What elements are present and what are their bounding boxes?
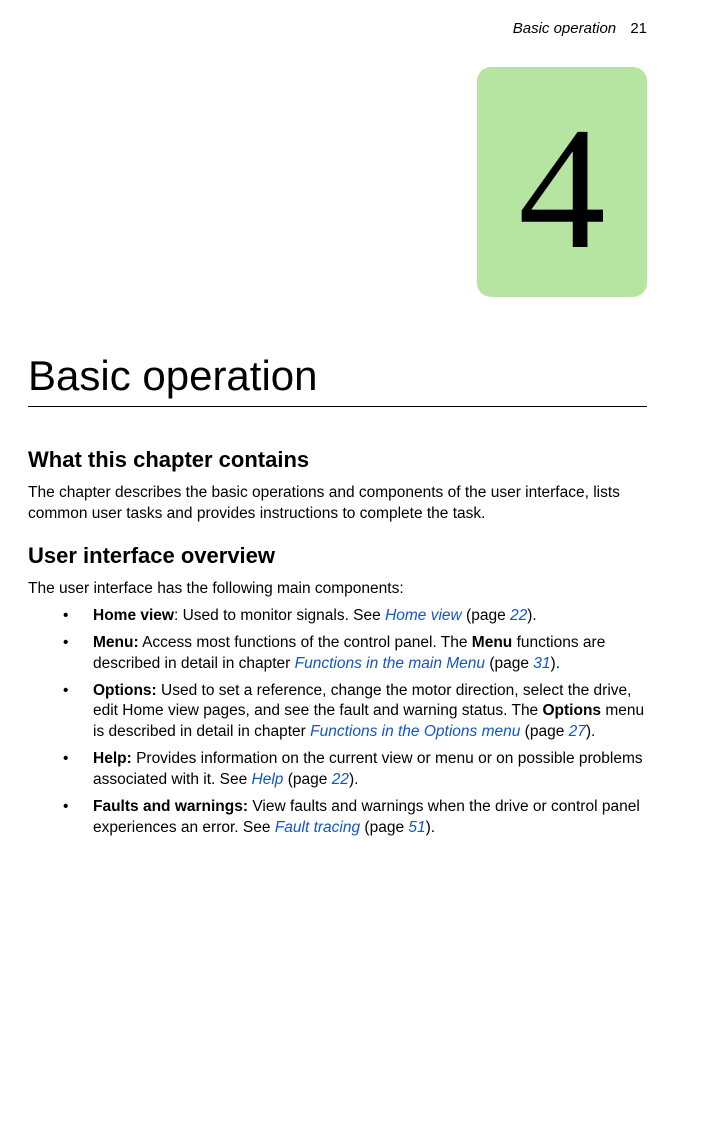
item-body: Used to monitor signals. See bbox=[183, 607, 385, 624]
cross-reference-link[interactable]: Fault tracing bbox=[275, 819, 360, 836]
section-heading: User interface overview bbox=[28, 543, 647, 569]
list-item: Options: Used to set a reference, change… bbox=[63, 681, 647, 744]
list-item: Help: Provides information on the curren… bbox=[63, 749, 647, 791]
item-body: Access most functions of the control pan… bbox=[142, 634, 472, 651]
section-intro: The user interface has the following mai… bbox=[28, 579, 647, 600]
list-item: Home view: Used to monitor signals. See … bbox=[63, 606, 647, 627]
section-paragraph: The chapter describes the basic operatio… bbox=[28, 483, 647, 525]
document-page: Basic operation 21 4 Basic operation Wha… bbox=[0, 0, 702, 1141]
item-label: Menu: bbox=[93, 634, 139, 651]
cross-reference-link[interactable]: Home view bbox=[385, 607, 462, 624]
chapter-title: Basic operation bbox=[28, 352, 647, 400]
running-title: Basic operation bbox=[513, 20, 616, 37]
list-item: Faults and warnings: View faults and war… bbox=[63, 797, 647, 839]
page-reference-link[interactable]: 31 bbox=[533, 655, 550, 672]
list-item: Menu: Access most functions of the contr… bbox=[63, 633, 647, 675]
inline-bold: Options bbox=[543, 702, 602, 719]
item-label: Options: bbox=[93, 682, 157, 699]
chapter-number: 4 bbox=[518, 101, 606, 276]
inline-bold: Menu bbox=[472, 634, 512, 651]
item-label: Home view bbox=[93, 607, 174, 624]
cross-reference-link[interactable]: Functions in the Options menu bbox=[310, 723, 520, 740]
page-reference-link[interactable]: 22 bbox=[332, 771, 349, 788]
cross-reference-link[interactable]: Functions in the main Menu bbox=[295, 655, 485, 672]
page-reference-link[interactable]: 22 bbox=[510, 607, 527, 624]
running-header: Basic operation 21 bbox=[28, 20, 647, 37]
title-divider bbox=[28, 406, 647, 407]
chapter-number-badge: 4 bbox=[477, 67, 647, 297]
item-label: Faults and warnings: bbox=[93, 798, 248, 815]
page-number: 21 bbox=[630, 20, 647, 37]
cross-reference-link[interactable]: Help bbox=[252, 771, 284, 788]
page-reference-link[interactable]: 27 bbox=[569, 723, 586, 740]
page-reference-link[interactable]: 51 bbox=[408, 819, 425, 836]
feature-list: Home view: Used to monitor signals. See … bbox=[63, 606, 647, 839]
item-body: Provides information on the current view… bbox=[93, 750, 643, 788]
section-heading: What this chapter contains bbox=[28, 447, 647, 473]
item-label: Help: bbox=[93, 750, 132, 767]
